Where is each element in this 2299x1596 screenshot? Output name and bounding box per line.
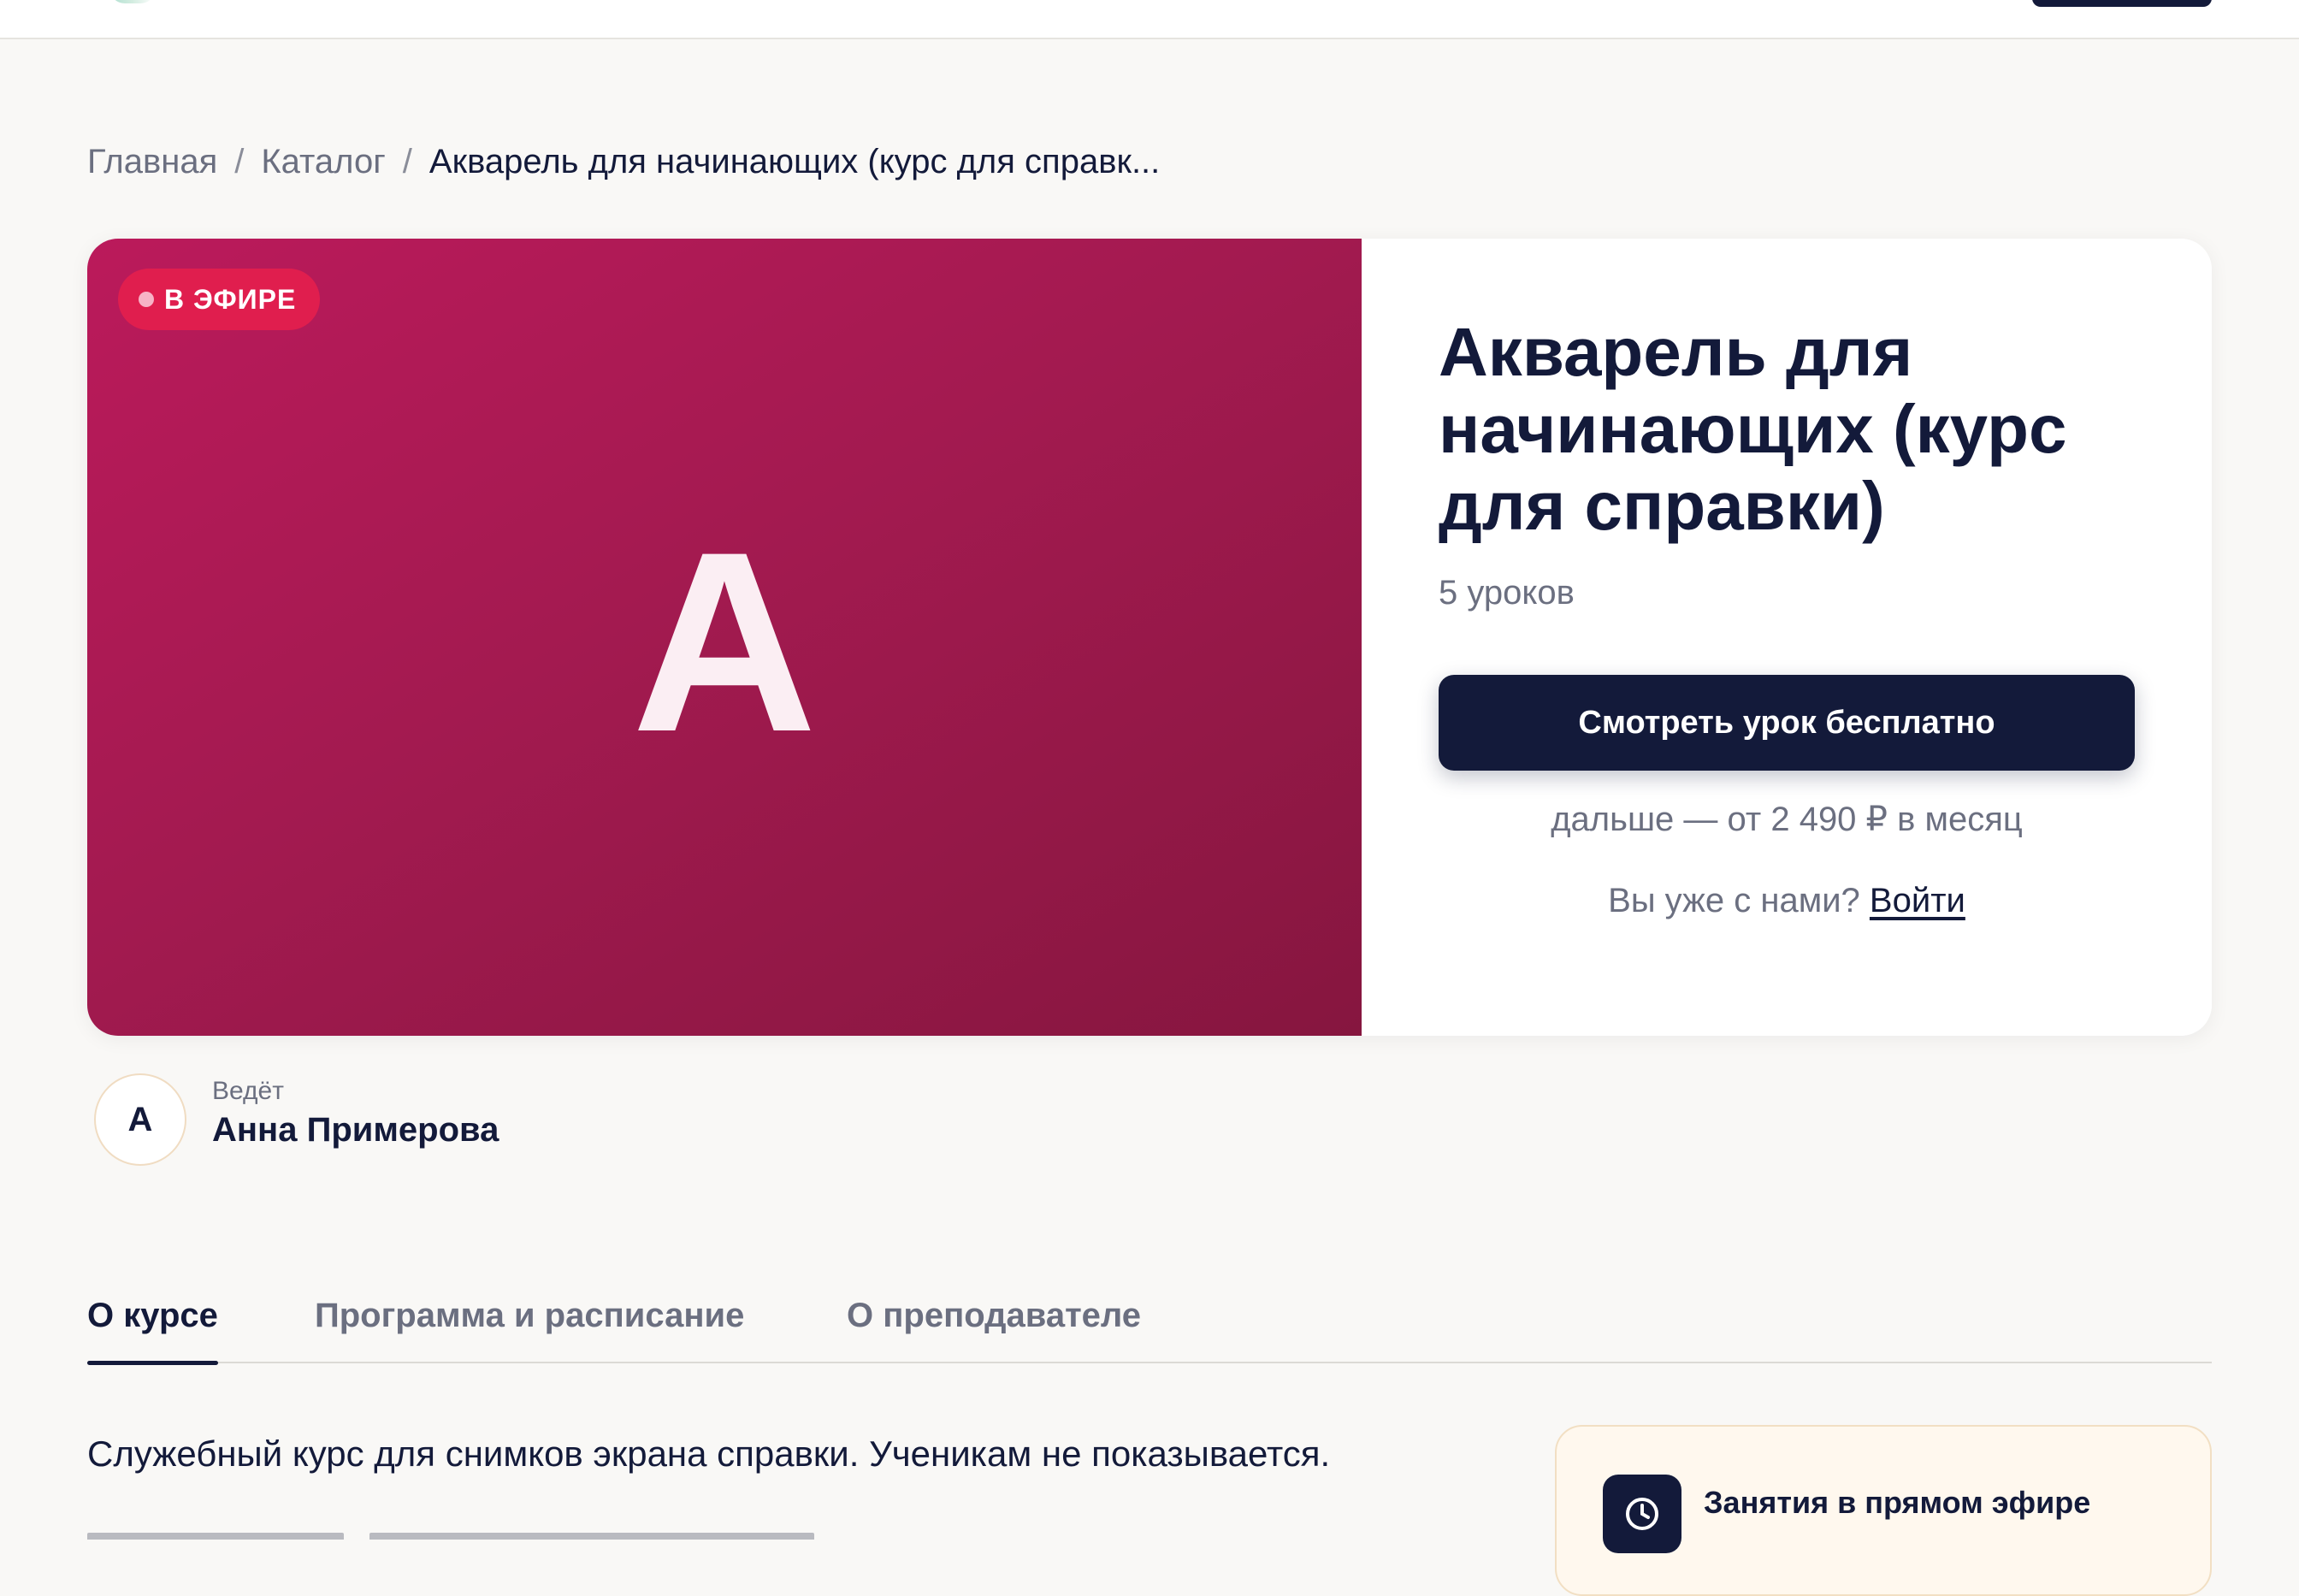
login-prompt-row: Вы уже с нами? Войти	[1439, 882, 2135, 920]
watch-free-lesson-button[interactable]: Смотреть урок бесплатно	[1439, 675, 2135, 771]
breadcrumb-home-link[interactable]: Главная	[87, 143, 217, 181]
breadcrumb-separator: /	[234, 142, 245, 180]
login-link[interactable]: Войти	[1870, 882, 1965, 919]
teacher-block[interactable]: А Ведёт Анна Примерова	[94, 1073, 499, 1167]
course-hero-card: А В ЭФИРЕ Акварель для начинающих (курс …	[87, 239, 2212, 1036]
course-cover-image: А В ЭФИРЕ	[87, 239, 1362, 1036]
course-description: Служебный курс для снимков экрана справк…	[87, 1433, 1331, 1474]
price-note: дальше — от 2 490 ₽ в месяц	[1551, 801, 2023, 838]
header-button[interactable]	[2032, 0, 2212, 7]
tab-about-teacher[interactable]: О преподавателе	[847, 1283, 1141, 1363]
live-classes-label: Занятия в прямом эфире	[1704, 1485, 2091, 1520]
logo-icon[interactable]	[109, 0, 156, 3]
top-nav-bar	[0, 0, 2299, 39]
course-title: Акварель для начинающих (курс для справк…	[1439, 314, 2067, 544]
breadcrumb-current-page: Акварель для начинающих (курс для справк…	[428, 142, 1161, 180]
teacher-caption: Ведёт	[212, 1076, 284, 1105]
lesson-count: 5 уроков	[1439, 574, 1575, 612]
tab-about-course[interactable]: О курсе	[87, 1283, 218, 1365]
login-prompt-text: Вы уже с нами?	[1608, 882, 1860, 919]
breadcrumb-separator: /	[402, 142, 412, 180]
live-classes-card: Занятия в прямом эфире	[1555, 1425, 2212, 1596]
course-info-panel: Акварель для начинающих (курс для справк…	[1362, 239, 2212, 1036]
teacher-text: Ведёт Анна Примерова	[212, 1077, 499, 1150]
breadcrumb: Главная / Каталог / Акварель для начинаю…	[87, 142, 1160, 181]
cover-letter: А	[631, 498, 818, 785]
course-tabs: О курсе Программа и расписание О препода…	[87, 1283, 2212, 1365]
description-cutoff-line	[87, 1529, 857, 1540]
teacher-name: Анна Примерова	[212, 1110, 499, 1149]
live-badge: В ЭФИРЕ	[118, 269, 321, 330]
breadcrumb-catalog-link[interactable]: Каталог	[261, 143, 385, 181]
clock-icon	[1603, 1475, 1681, 1553]
avatar: А	[94, 1073, 186, 1166]
live-badge-label: В ЭФИРЕ	[164, 283, 297, 315]
tab-program-schedule[interactable]: Программа и расписание	[315, 1283, 744, 1363]
live-dot-icon	[139, 292, 154, 307]
